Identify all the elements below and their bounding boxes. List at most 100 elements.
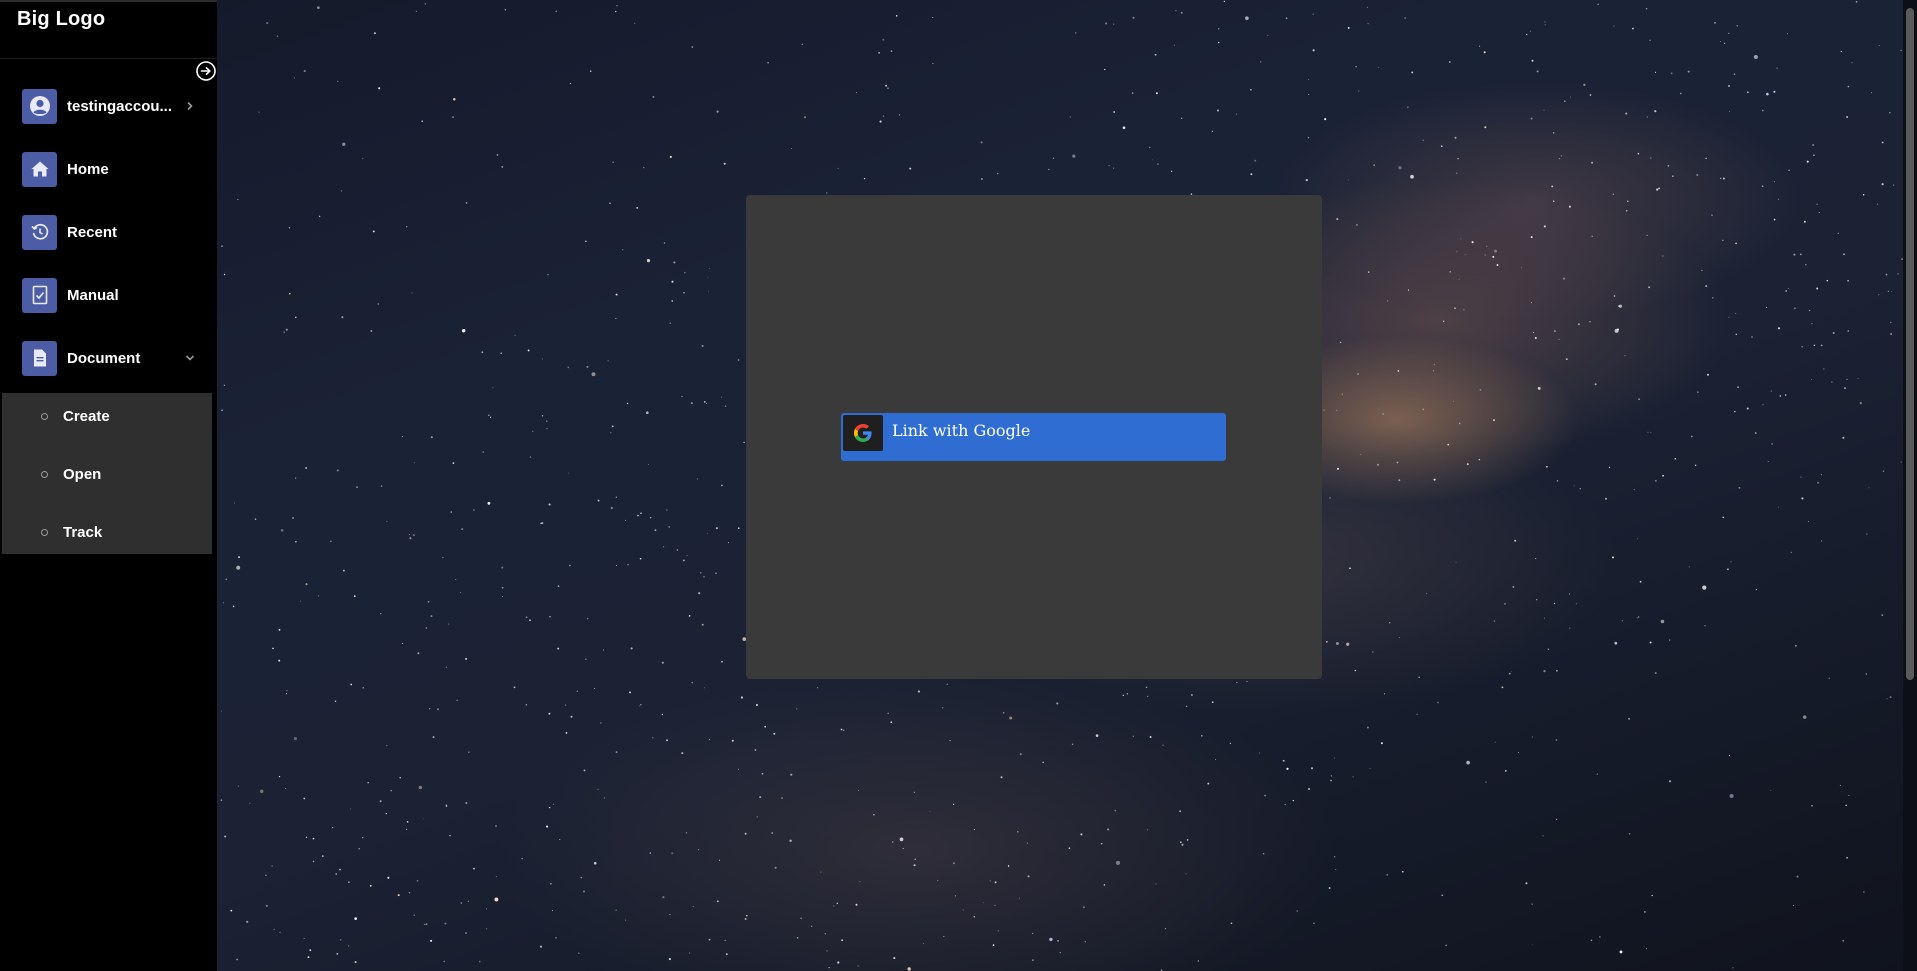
scrollbar-thumb[interactable] [1906, 8, 1914, 680]
star [1720, 177, 1722, 179]
star [696, 478, 698, 480]
star [285, 787, 287, 789]
star [1651, 894, 1653, 897]
star [1207, 782, 1210, 785]
star [465, 801, 468, 805]
star [307, 956, 310, 959]
star [1149, 736, 1152, 738]
star [1688, 566, 1690, 568]
star [1881, 614, 1884, 616]
star [1735, 242, 1737, 245]
submenu-item-label: Open [63, 465, 102, 483]
star [1625, 112, 1628, 115]
submenu-item-track[interactable]: Track [2, 509, 212, 555]
star [1152, 159, 1154, 161]
submenu-item-open[interactable]: Open [2, 451, 212, 497]
star [1577, 323, 1580, 326]
star [1778, 506, 1779, 508]
star [1846, 857, 1848, 859]
star [1335, 642, 1339, 645]
star [1633, 489, 1635, 490]
star [402, 642, 404, 645]
star [370, 330, 373, 332]
link-with-google-button[interactable]: Link with Google [841, 413, 1226, 461]
star [580, 876, 583, 879]
star [1802, 715, 1807, 719]
star [1890, 333, 1893, 335]
sidebar-item-recent[interactable]: Recent [0, 204, 217, 260]
star [1514, 539, 1517, 542]
star [232, 605, 235, 608]
star [698, 592, 701, 595]
star [1556, 818, 1558, 820]
star [858, 790, 859, 791]
star [1484, 254, 1486, 256]
star [525, 704, 528, 706]
star [1863, 891, 1865, 893]
star [1285, 17, 1288, 20]
star [1771, 443, 1773, 445]
star [585, 658, 587, 660]
star [720, 484, 723, 487]
star [478, 960, 481, 963]
star [276, 35, 279, 37]
star [1729, 793, 1734, 799]
star [1355, 66, 1357, 68]
star [691, 46, 694, 48]
star [615, 751, 618, 754]
star [703, 576, 705, 578]
star [946, 683, 948, 685]
star [1801, 497, 1804, 500]
sidebar-item-document[interactable]: Document [0, 330, 217, 386]
star [292, 517, 294, 519]
sidebar-item-manual[interactable]: Manual [0, 267, 217, 323]
star [774, 866, 777, 869]
star [303, 938, 305, 940]
star [541, 358, 543, 360]
submenu-item-create[interactable]: Create [2, 393, 212, 439]
star [1857, 377, 1859, 379]
star [1889, 696, 1892, 699]
star [1536, 599, 1538, 601]
star [1735, 333, 1738, 336]
star [1817, 481, 1820, 484]
star [686, 555, 688, 557]
vertical-scrollbar[interactable] [1903, 0, 1917, 971]
star [1669, 639, 1671, 641]
star [1531, 903, 1533, 905]
star [1889, 112, 1891, 114]
star [1454, 136, 1457, 139]
star [1765, 306, 1768, 308]
star [331, 827, 334, 829]
star [855, 91, 858, 94]
star [309, 949, 312, 952]
star [1728, 32, 1730, 34]
star [1113, 23, 1115, 25]
star [1820, 474, 1822, 476]
star [1339, 341, 1342, 344]
star [467, 900, 469, 902]
star [444, 922, 447, 925]
star [1646, 234, 1648, 236]
star [312, 837, 315, 840]
bullet-icon [41, 470, 48, 478]
star [223, 384, 226, 387]
star [1808, 309, 1811, 312]
sidebar-item-account[interactable]: testingaccou... [0, 78, 217, 134]
star [1492, 255, 1495, 258]
star [1191, 694, 1193, 696]
star [1367, 271, 1370, 273]
star [789, 839, 792, 843]
star [1373, 164, 1375, 166]
app-logo: Big Logo [17, 8, 106, 30]
sidebar-item-home[interactable]: Home [0, 141, 217, 197]
star [796, 937, 799, 939]
star [879, 120, 882, 123]
star [1032, 959, 1034, 961]
star [362, 686, 364, 689]
star [671, 280, 674, 283]
star [1597, 3, 1600, 6]
star [1216, 109, 1220, 112]
star [690, 402, 693, 405]
star [1197, 960, 1199, 962]
